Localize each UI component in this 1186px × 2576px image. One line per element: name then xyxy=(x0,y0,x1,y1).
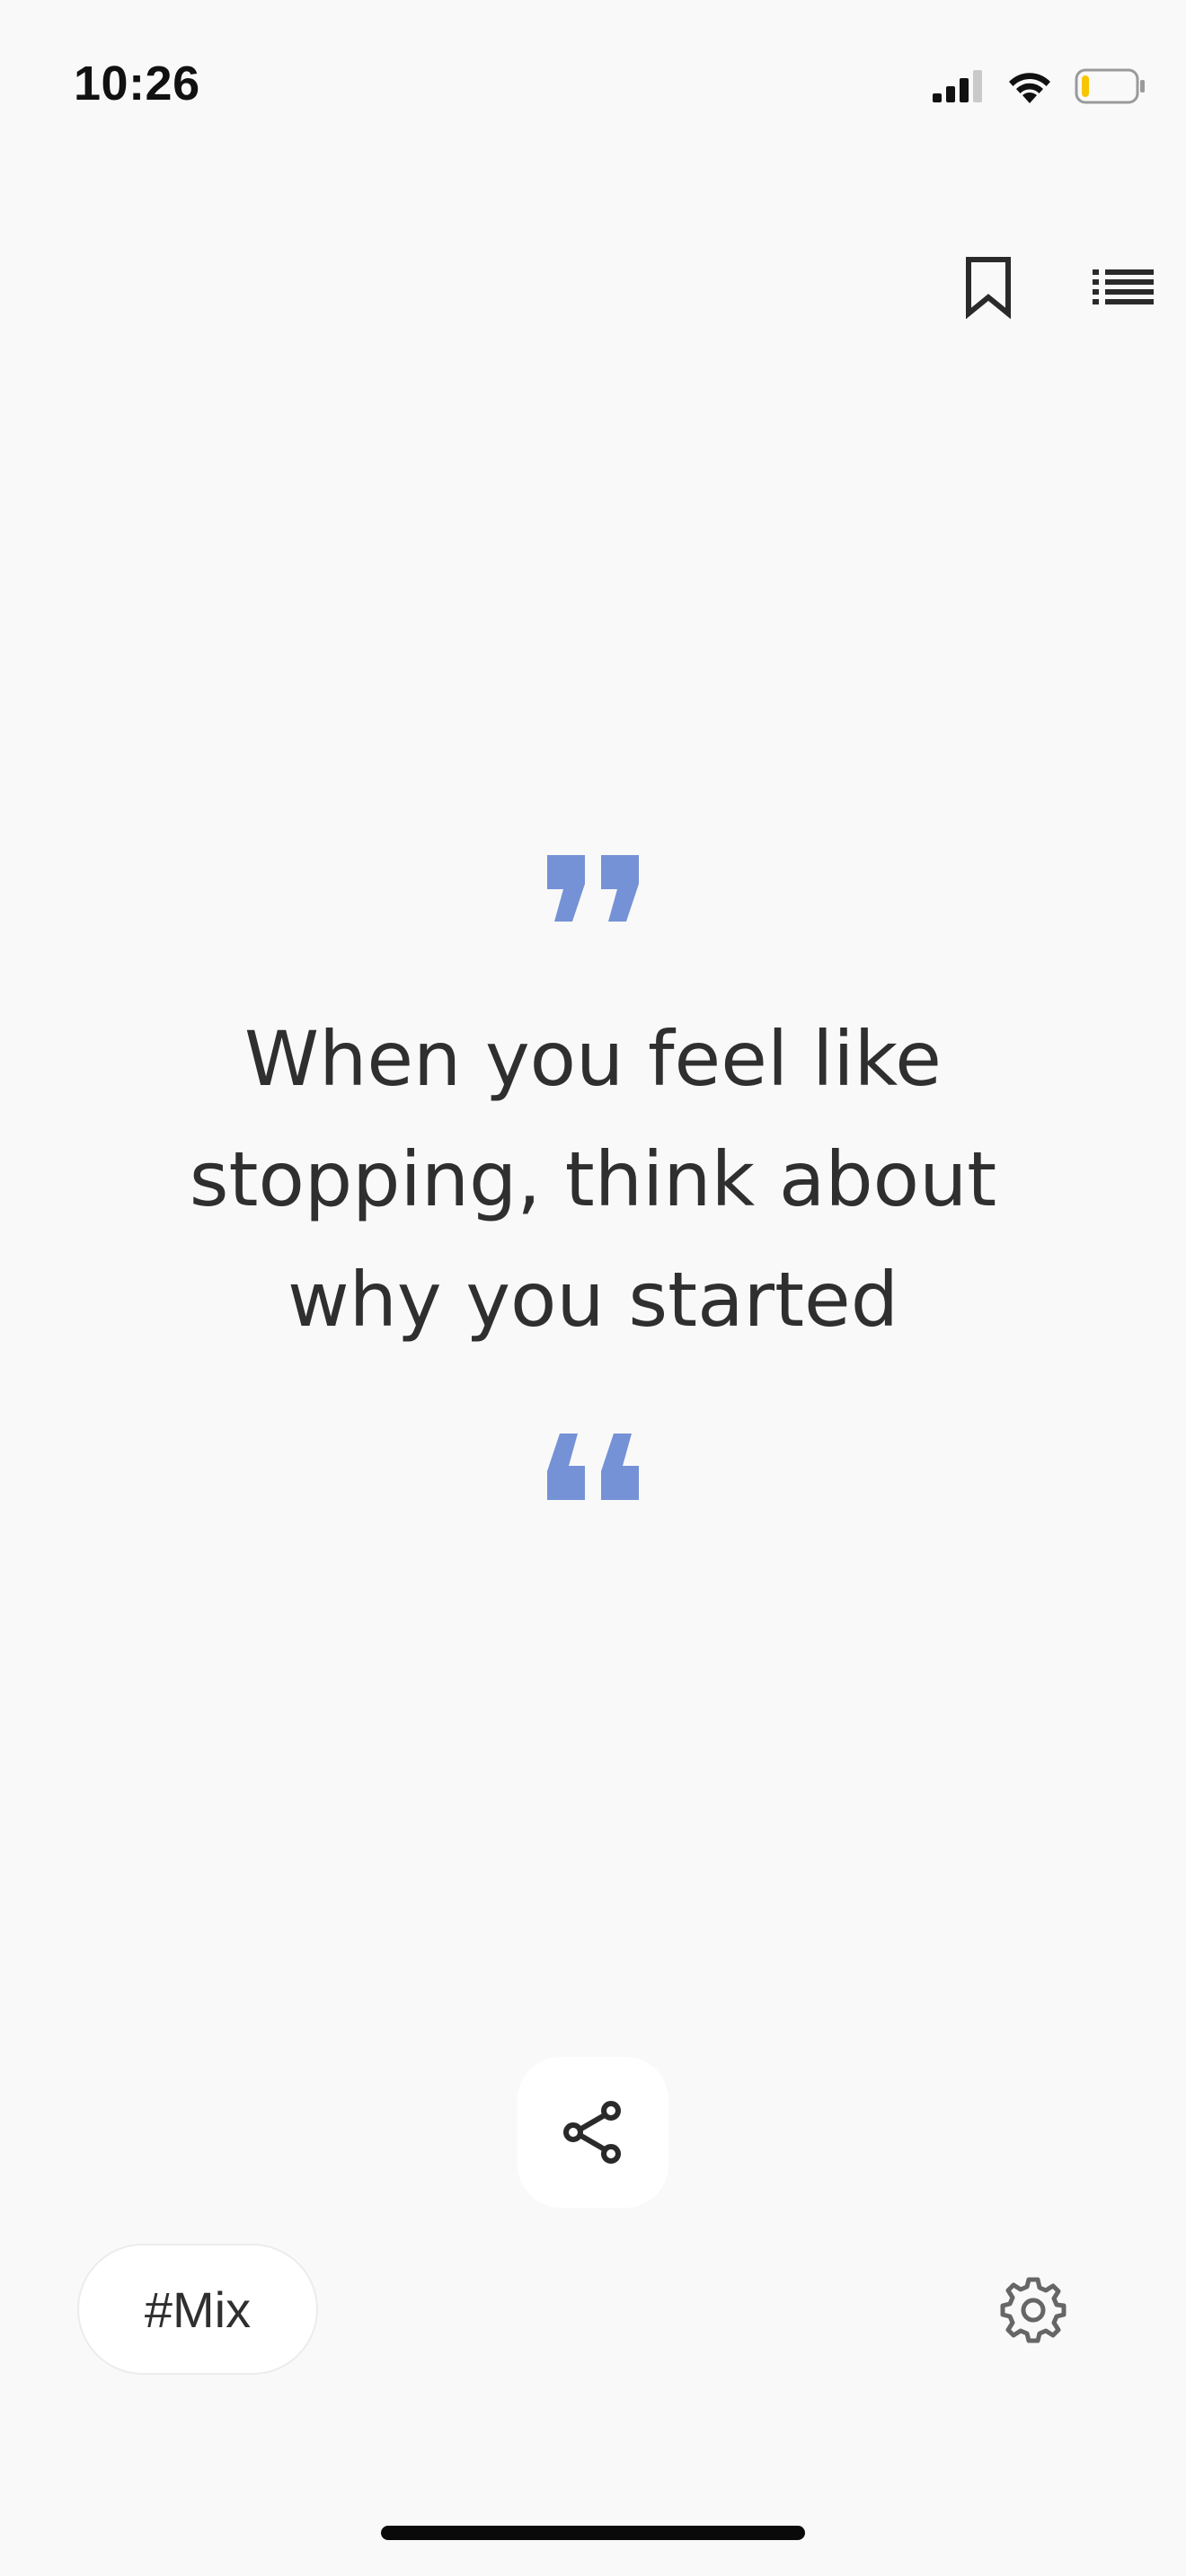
settings-button[interactable] xyxy=(990,2267,1076,2353)
home-indicator[interactable] xyxy=(381,2526,805,2540)
close-quote-icon xyxy=(547,855,639,922)
category-chip[interactable]: #Mix xyxy=(77,2244,318,2375)
list-icon xyxy=(1093,269,1154,304)
wifi-icon xyxy=(1009,73,1050,103)
gear-icon xyxy=(1000,2277,1067,2343)
list-button[interactable] xyxy=(1069,243,1177,332)
category-chip-label: #Mix xyxy=(144,2280,252,2338)
top-actions xyxy=(827,243,1186,332)
quote-block: When you feel like stopping, think about… xyxy=(0,853,1186,1502)
battery-icon xyxy=(1075,68,1145,104)
quote-text: When you feel like stopping, think about… xyxy=(189,1015,997,1344)
cellular-signal-icon xyxy=(933,70,982,102)
bookmark-button[interactable] xyxy=(943,243,1033,332)
open-quote-icon xyxy=(547,1434,639,1500)
status-bar: 10:26 xyxy=(0,0,1186,171)
status-icons xyxy=(931,59,1146,113)
share-button[interactable] xyxy=(518,2057,668,2208)
bookmark-icon xyxy=(966,257,1011,319)
share-icon xyxy=(563,2101,621,2164)
status-time: 10:26 xyxy=(74,57,200,110)
